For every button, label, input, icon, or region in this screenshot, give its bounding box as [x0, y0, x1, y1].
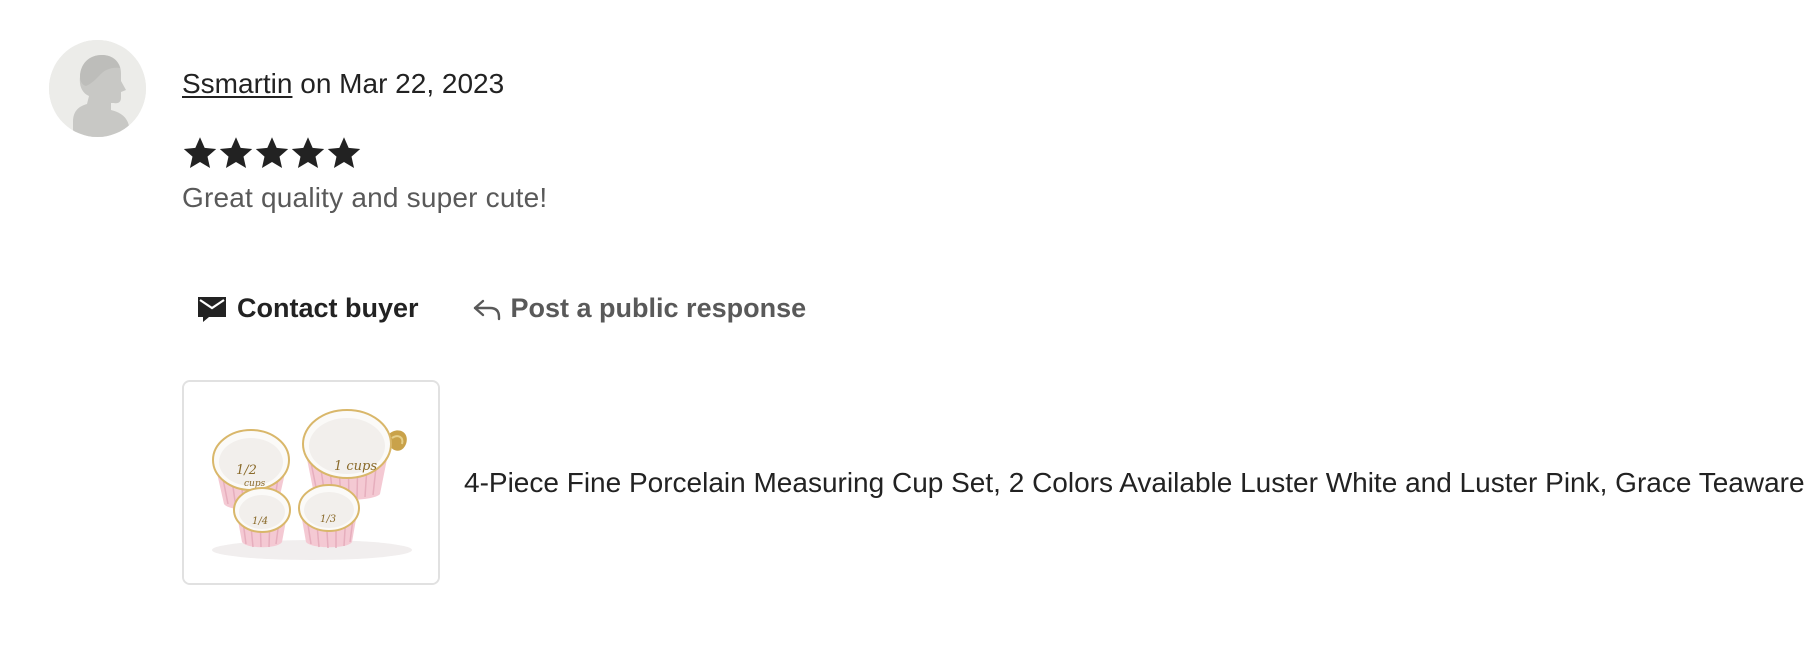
purchased-listing: 1 cups 1/2 cups 1/4 1/3 4-Piece Fine Por…	[182, 380, 1814, 585]
reply-arrow-icon	[471, 292, 503, 324]
review-date: on Mar 22, 2023	[292, 68, 505, 99]
star-icon	[219, 137, 253, 168]
svg-text:1/3: 1/3	[320, 514, 336, 525]
envelope-icon	[196, 292, 228, 324]
review-actions: Contact buyer Post a public response	[182, 286, 806, 330]
review-meta: Ssmartin on Mar 22, 2023	[182, 66, 504, 102]
contact-buyer-button[interactable]: Contact buyer	[196, 292, 419, 324]
star-icon	[255, 137, 289, 168]
post-public-response-label: Post a public response	[510, 292, 807, 323]
svg-text:1/2: 1/2	[236, 463, 257, 478]
listing-thumbnail[interactable]: 1 cups 1/2 cups 1/4 1/3	[182, 380, 440, 585]
star-rating	[182, 134, 362, 172]
listing-title-link[interactable]: 4-Piece Fine Porcelain Measuring Cup Set…	[464, 463, 1814, 502]
svg-text:1/4: 1/4	[252, 516, 268, 527]
post-public-response-button[interactable]: Post a public response	[471, 292, 807, 324]
reviewer-name-link[interactable]: Ssmartin	[182, 68, 292, 99]
star-icon	[327, 137, 361, 168]
star-icon	[183, 137, 217, 168]
svg-text:1 cups: 1 cups	[334, 459, 377, 474]
review-text: Great quality and super cute!	[182, 182, 548, 213]
review-card: Ssmartin on Mar 22, 2023 Great quality a…	[0, 0, 1814, 670]
default-user-silhouette-icon	[49, 40, 146, 137]
contact-buyer-label: Contact buyer	[237, 292, 419, 323]
avatar[interactable]	[49, 40, 146, 137]
star-icon	[291, 137, 325, 168]
measuring-cups-image: 1 cups 1/2 cups 1/4 1/3	[184, 382, 438, 583]
